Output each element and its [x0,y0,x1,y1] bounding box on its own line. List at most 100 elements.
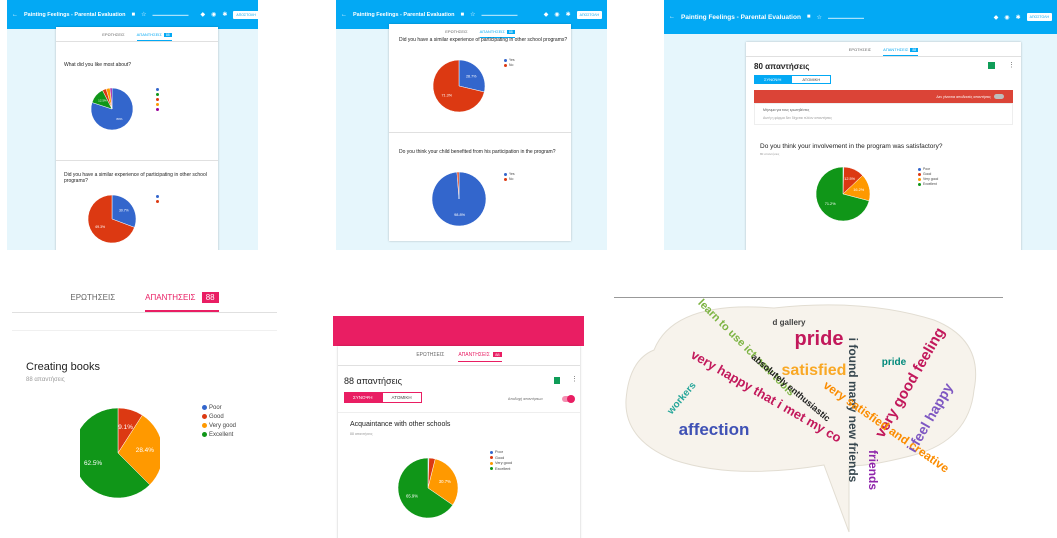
legend-q1 [156,87,161,112]
send-button[interactable]: ΑΠΟΣΤΟΛΗ [576,10,602,19]
responses-count-badge: 88 [506,30,515,34]
back-arrow-icon[interactable]: ← [669,14,675,20]
eye-icon[interactable]: ◉ [211,11,216,18]
question-subtitle: 88 απαντήσεις [26,377,65,383]
more-icon[interactable]: ⋮ [571,375,578,383]
legend-item [156,107,161,112]
responses-card: ΕΡΩΤΗΣΕΙΣ ΑΠΑΝΤΗΣΕΙΣ 88 80 απαντήσεις ⋮ Σ… [746,42,1021,250]
gear-icon[interactable]: ✱ [222,11,227,18]
legend-acquaintance: Poor Good Very good Excellent [490,450,512,472]
gear-icon[interactable]: ✱ [566,11,571,18]
tab-questions[interactable]: ΕΡΩΤΗΣΕΙΣ [416,352,444,362]
send-button[interactable]: ΑΠΟΣΤΟΛΗ [233,10,258,19]
word-cloud-word: pride [882,357,907,368]
pie-slice-label: 16.2% [853,188,864,192]
pie-slice-label: 98.8% [454,213,465,217]
save-status: ▬▬▬▬▬▬▬▬▬ [827,14,864,20]
accepting-label: Αποδοχή απαντήσεων [508,397,543,401]
panel-2-responses-screenshot: ← Painting Feelings - Parental Evaluatio… [336,0,607,250]
not-accepting-label: Δεν γίνονται αποδεκτές απαντήσεις [936,94,991,99]
more-icon[interactable]: ⋮ [1008,61,1015,69]
word-cloud-word: affection [679,420,750,439]
save-status: ▬▬▬▬▬▬▬▬▬ [481,12,518,17]
question-title: Do you think your involvement in the pro… [760,143,943,150]
pie-slice-label: 28.4% [136,447,154,454]
legend-item: No [504,177,515,182]
tab-responses-label: ΑΠΑΝΤΗΣΕΙΣ [479,29,505,34]
folder-icon[interactable]: ■ [131,12,135,18]
summary-tab[interactable]: ΣΥΝΟΨΗ [344,392,382,403]
top-bar: ← Painting Feelings - Parental Evaluatio… [664,0,1057,34]
pie-slice-label: 62.5% [84,460,102,467]
star-icon[interactable]: ☆ [817,14,822,21]
palette-icon[interactable]: ◆ [544,11,549,18]
legend-item: Excellent [202,431,236,440]
pink-header [333,316,584,346]
form-title: Painting Feelings - Parental Evaluation [681,13,801,21]
tab-responses[interactable]: ΑΠΑΝΤΗΣΕΙΣ 88 [145,290,219,312]
closed-message-input[interactable]: Αυτή η φόρμα δεν δέχεται πλέον απαντήσει… [763,116,832,120]
form-title: Painting Feelings - Parental Evaluation [353,11,455,18]
palette-icon[interactable]: ◆ [994,14,999,21]
question-title: What did you like most about? [64,62,131,68]
legend-creating-books: Poor Good Very good Excellent [202,404,236,440]
word-cloud-word: d gallery [773,318,806,327]
not-accepting-banner: Δεν γίνονται αποδεκτές απαντήσεις [754,90,1013,103]
tabs: ΕΡΩΤΗΣΕΙΣ ΑΠΑΝΤΗΣΕΙΣ 88 [746,42,1021,56]
responses-count-badge: 88 [910,48,919,52]
responses-card: ΕΡΩΤΗΣΕΙΣ ΑΠΑΝΤΗΣΕΙΣ 88 Did you have a si… [389,24,571,241]
individual-tab[interactable]: ΑΤΟΜΙΚΗ [381,392,422,403]
pie-chart-q3: 98.8% [431,171,487,227]
pie-slice-label: 71.3% [442,94,453,98]
pie-chart-q4: 12.5% 16.2% 71.2% [815,166,871,222]
eye-icon[interactable]: ◉ [554,11,559,18]
pie-slice-label: 65.9% [406,493,418,498]
legend-item: Excellent [918,182,938,187]
star-icon[interactable]: ☆ [141,11,146,18]
legend-q3: Yes No [504,172,515,182]
pie-slice-label: 30.7% [119,209,129,213]
legend-item: Excellent [490,467,512,473]
star-icon[interactable]: ☆ [470,11,475,18]
pie-chart-creating-books: 9.1% 28.4% 62.5% [80,407,160,499]
legend-item [156,199,161,204]
form-title: Painting Feelings - Parental Evaluation [24,11,126,18]
pie-slice-label: 71.2% [825,202,836,206]
sheets-icon[interactable] [554,377,560,384]
send-button[interactable]: ΑΠΟΣΤΟΛΗ [1026,13,1052,21]
question-subtitle: 80 απαντήσεις [760,152,780,156]
eye-icon[interactable]: ◉ [1004,14,1009,21]
tab-questions[interactable]: ΕΡΩΤΗΣΕΙΣ [102,32,124,41]
palette-icon[interactable]: ◆ [200,11,205,18]
legend-item: No [504,63,515,68]
pie-slice-label: 30.7% [439,479,451,484]
tab-responses-label: ΑΠΑΝΤΗΣΕΙΣ [136,32,162,37]
tabs: ΕΡΩΤΗΣΕΙΣ ΑΠΑΝΤΗΣΕΙΣ 88 [56,27,218,41]
word-cloud-word: friends [866,450,880,490]
accepting-toggle[interactable] [562,395,575,403]
summary-tab[interactable]: ΣΥΝΟΨΗ [754,75,792,84]
top-bar: ← Painting Feelings - Parental Evaluatio… [7,0,258,29]
responses-card: ΕΡΩΤΗΣΕΙΣ ΑΠΑΝΤΗΣΕΙΣ 88 What did you like… [56,27,218,250]
sheets-icon[interactable] [988,62,995,69]
tab-responses-label: ΑΠΑΝΤΗΣΕΙΣ [145,293,196,302]
word-cloud-word: pride [795,328,844,350]
legend-item: Good [202,413,236,422]
back-arrow-icon[interactable]: ← [341,12,347,18]
tab-responses[interactable]: ΑΠΑΝΤΗΣΕΙΣ 88 [136,32,172,41]
accepting-toggle[interactable] [994,94,1004,99]
back-arrow-icon[interactable]: ← [12,12,18,18]
tab-questions[interactable]: ΕΡΩΤΗΣΕΙΣ [70,290,115,312]
pie-chart-q2: 30.7% 69.3% [87,194,136,244]
tab-responses[interactable]: ΑΠΑΝΤΗΣΕΙΣ 88 [883,47,919,56]
folder-icon[interactable]: ■ [807,14,811,20]
tab-questions[interactable]: ΕΡΩΤΗΣΕΙΣ [849,47,871,56]
pie-slice-label: 9.1% [118,424,133,431]
pie-chart-q2: 28.7% 71.3% [432,59,486,113]
pie-slice-label: 80% [116,117,122,121]
individual-tab[interactable]: ΑΤΟΜΙΚΗ [791,75,832,84]
folder-icon[interactable]: ■ [460,12,464,18]
tab-responses[interactable]: ΑΠΑΝΤΗΣΕΙΣ 88 [458,352,502,362]
responses-card: ΕΡΩΤΗΣΕΙΣ ΑΠΑΝΤΗΣΕΙΣ 88 88 απαντήσεις ⋮ … [338,346,580,538]
gear-icon[interactable]: ✱ [1016,14,1021,21]
